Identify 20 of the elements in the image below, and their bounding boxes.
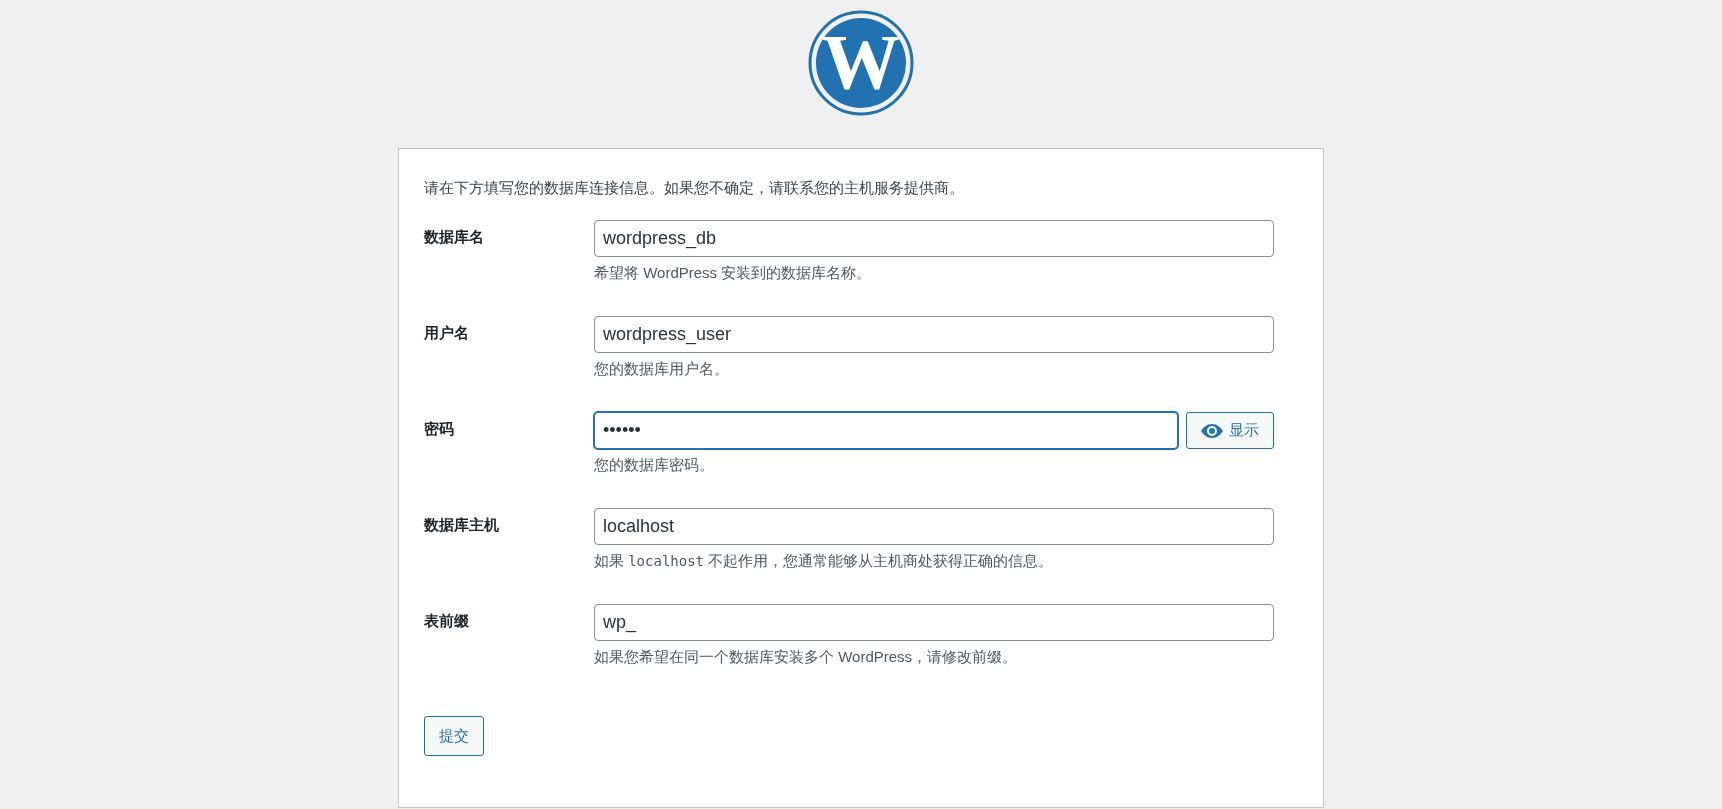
field-label: 表前缀 bbox=[424, 611, 469, 631]
password-field[interactable]: •••••• bbox=[594, 412, 1178, 449]
logo-icon: W bbox=[808, 10, 914, 116]
input-field[interactable]: localhost bbox=[594, 508, 1274, 545]
input-field[interactable]: wp_ bbox=[594, 604, 1274, 641]
help-text: 如果您希望在同一个数据库安装多个 WordPress，请修改前缀。 bbox=[594, 648, 1019, 667]
field-label: 数据库名 bbox=[424, 227, 484, 247]
input-field[interactable]: wordpress_db bbox=[594, 220, 1274, 257]
intro-text: 请在下方填写您的数据库连接信息。如果您不确定，请联系您的主机服务提供商。 bbox=[424, 179, 965, 198]
submit-button[interactable]: 提交 bbox=[424, 716, 484, 756]
field-label: 用户名 bbox=[424, 323, 469, 343]
help-text: 希望将 WordPress 安装到的数据库名称。 bbox=[594, 264, 873, 283]
help-text: 您的数据库用户名。 bbox=[594, 360, 730, 379]
help-text: 您的数据库密码。 bbox=[594, 456, 715, 475]
help-text: 如果 localhost 不起作用，您通常能够从主机商处获得正确的信息。 bbox=[594, 552, 1055, 571]
field-label: 密码 bbox=[424, 419, 454, 439]
field-label: 数据库主机 bbox=[424, 515, 499, 535]
eye-icon bbox=[1201, 423, 1223, 438]
show-password-button[interactable]: 显示 bbox=[1186, 412, 1274, 449]
input-field[interactable]: wordpress_user bbox=[594, 316, 1274, 353]
